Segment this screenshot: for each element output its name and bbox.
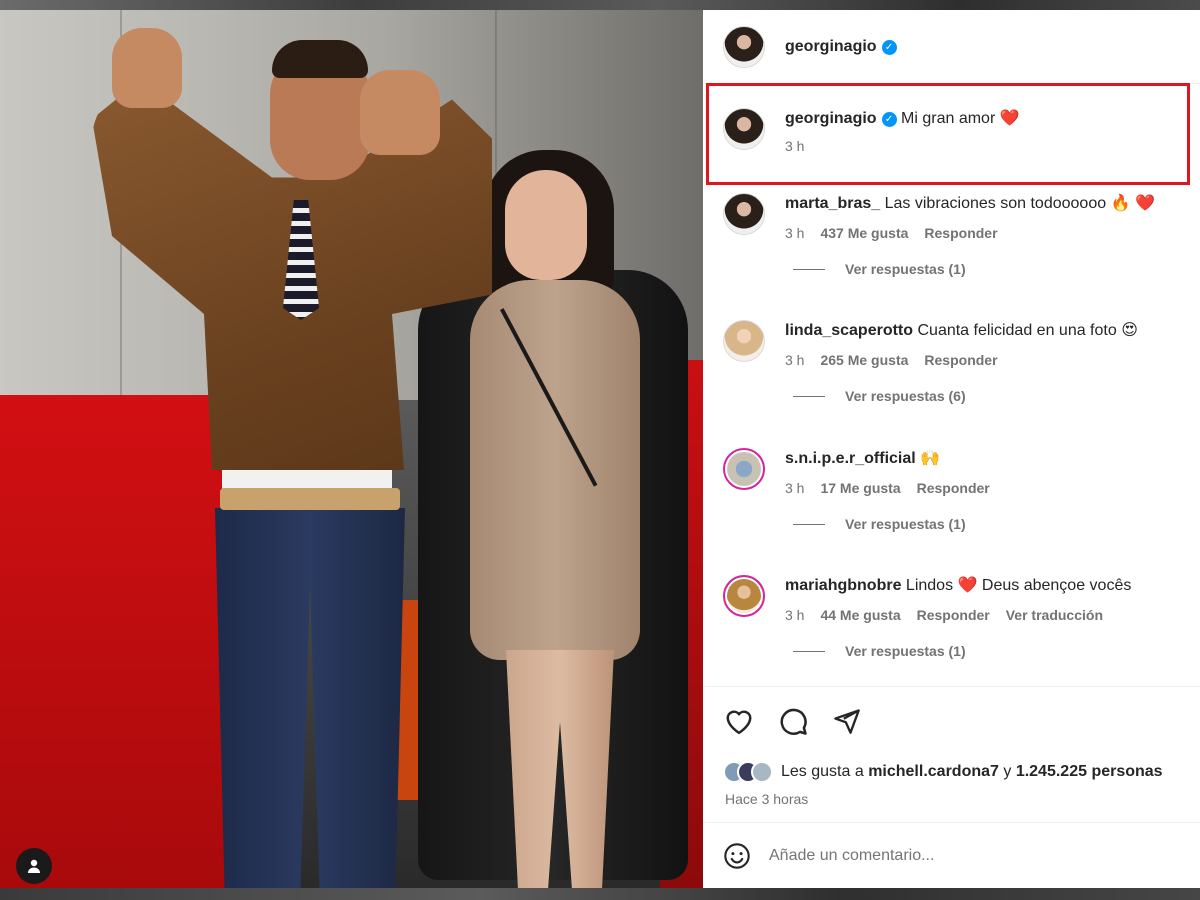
comment-avatar[interactable] <box>723 193 765 235</box>
comment-time[interactable]: 3 h <box>785 352 804 368</box>
comment-avatar[interactable] <box>723 448 765 490</box>
post-time-ago[interactable]: Hace 3 horas <box>725 791 808 807</box>
view-replies-button[interactable]: Ver respuestas (1) <box>703 643 1200 659</box>
comment-author[interactable]: linda_scaperotto <box>785 322 913 339</box>
heart-emoji: ❤️ <box>957 577 978 594</box>
add-comment-bar <box>703 822 1200 888</box>
background-strip-top <box>0 0 1200 10</box>
comment-author[interactable]: marta_bras_ <box>785 195 880 212</box>
reply-button[interactable]: Responder <box>917 607 990 623</box>
comment-likes[interactable]: 17 Me gusta <box>820 480 900 496</box>
comment-author[interactable]: mariahgbnobre <box>785 577 901 594</box>
view-replies-label: Ver respuestas (6) <box>845 388 966 404</box>
comment-likes[interactable]: 265 Me gusta <box>820 352 908 368</box>
post-photo[interactable] <box>0 10 703 888</box>
view-replies-button[interactable]: Ver respuestas (1) <box>703 516 1200 532</box>
comment-text: Cuanta felicidad en una foto <box>917 322 1117 339</box>
replies-divider <box>793 650 825 652</box>
app-frame: georginagio ✓ georginagio ✓ Mi gran amor ❤… <box>0 0 1200 900</box>
like-button[interactable] <box>723 705 755 737</box>
comment-item: marta_bras_ Las vibraciones son todooooo… <box>703 193 1200 277</box>
photo-woman-face <box>505 170 587 280</box>
replies-divider <box>793 523 825 525</box>
comment-time[interactable]: 3 h <box>785 607 804 623</box>
comment-text: Las vibraciones son todoooooo <box>884 195 1107 212</box>
likes-prefix: Les gusta a <box>781 763 864 780</box>
comment-text: Lindos <box>905 577 954 594</box>
smiley-icon[interactable] <box>723 842 751 870</box>
comment-item: linda_scaperotto Cuanta felicidad en una… <box>703 320 1200 404</box>
comment-text-continued: Deus abençoe vocês <box>981 577 1132 594</box>
reply-button[interactable]: Responder <box>917 480 990 496</box>
user-icon <box>28 859 40 873</box>
comment-likes[interactable]: 437 Me gusta <box>820 225 908 241</box>
liker-avatar <box>751 761 773 783</box>
likes-user[interactable]: michell.cardona7 <box>868 763 999 780</box>
comment-avatar[interactable] <box>723 575 765 617</box>
comment-avatar[interactable] <box>723 320 765 362</box>
comment-icon <box>780 708 807 735</box>
raising-hands-emoji: 🙌 <box>920 450 941 467</box>
reply-button[interactable]: Responder <box>924 225 997 241</box>
likes-joiner: y <box>1003 763 1012 780</box>
comment-item: s.n.i.p.e.r_official 🙌 3 h 17 Me gusta R… <box>703 448 1200 532</box>
comment-input[interactable] <box>769 846 1149 865</box>
likes-count[interactable]: 1.245.225 personas <box>1016 763 1163 780</box>
comment-time[interactable]: 3 h <box>785 225 804 241</box>
view-replies-button[interactable]: Ver respuestas (1) <box>703 261 1200 277</box>
post-header: georginagio ✓ <box>703 10 1200 84</box>
view-replies-label: Ver respuestas (1) <box>845 516 966 532</box>
photo-woman-dress <box>470 280 640 660</box>
paper-plane-icon <box>834 709 860 734</box>
comment-author[interactable]: s.n.i.p.e.r_official <box>785 450 916 467</box>
comment-time[interactable]: 3 h <box>785 480 804 496</box>
post-side-panel: georginagio ✓ georginagio ✓ Mi gran amor ❤… <box>703 10 1200 888</box>
share-button[interactable] <box>831 705 863 737</box>
photo-man-belt <box>220 488 400 510</box>
author-username[interactable]: georginagio ✓ <box>785 38 897 56</box>
view-replies-label: Ver respuestas (1) <box>845 643 966 659</box>
author-avatar[interactable] <box>723 25 765 68</box>
translate-button[interactable]: Ver traducción <box>1006 607 1103 623</box>
caption-highlight-box <box>706 83 1190 185</box>
comment-button[interactable] <box>777 705 809 737</box>
replies-divider <box>793 268 825 270</box>
verified-badge-icon: ✓ <box>881 39 897 55</box>
reply-button[interactable]: Responder <box>924 352 997 368</box>
comment-item: mariahgbnobre Lindos ❤️ Deus abençoe voc… <box>703 575 1200 659</box>
view-replies-button[interactable]: Ver respuestas (6) <box>703 388 1200 404</box>
post-actions: Les gusta a michell.cardona7 y 1.245.225… <box>703 686 1200 832</box>
fire-heart-emoji: 🔥 ❤️ <box>1110 195 1155 212</box>
photo-man-hair <box>272 40 368 78</box>
replies-divider <box>793 395 825 397</box>
heart-icon <box>726 710 752 735</box>
heart-eyes-emoji: 😍 <box>1121 322 1138 339</box>
background-strip-bottom <box>0 888 1200 900</box>
view-replies-label: Ver respuestas (1) <box>845 261 966 277</box>
comment-likes[interactable]: 44 Me gusta <box>820 607 900 623</box>
likes-summary[interactable]: Les gusta a michell.cardona7 y 1.245.225… <box>723 761 1163 783</box>
tagged-users-button[interactable] <box>16 848 52 884</box>
photo-man-hand-left <box>112 28 182 108</box>
photo-man-hand-right <box>360 70 440 155</box>
